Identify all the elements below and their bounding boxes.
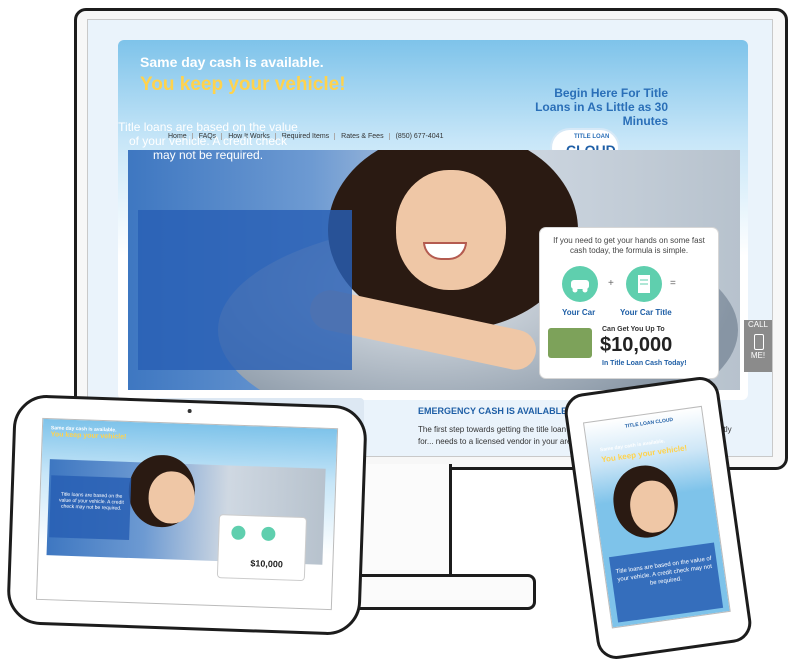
formula-equals: = [670, 278, 676, 289]
tablet-tagline-line2: You keep your vehicle! [50, 431, 127, 441]
tablet-screen: Same day cash is available. You keep you… [35, 417, 339, 611]
call-label-top: CALL [747, 320, 768, 329]
cash-stack-icon [548, 328, 592, 358]
phone-woman-face [626, 477, 678, 536]
title-document-icon [626, 266, 662, 302]
monitor-stand-neck [358, 464, 452, 576]
phone-icon [754, 334, 764, 350]
formula-subtext: In Title Loan Cash Today! [602, 360, 687, 367]
tablet-hero-text: Title loans are based on the value of yo… [58, 491, 124, 512]
formula-intro: If you need to get your hands on some fa… [553, 236, 705, 255]
formula-item-title: Your Car Title [620, 308, 672, 317]
formula-amount: $10,000 [600, 334, 673, 356]
tablet-camera [187, 408, 192, 414]
car-icon [562, 266, 598, 302]
begin-here-text: Begin Here For Title Loans in As Little … [535, 86, 668, 128]
tagline-line1: Same day cash is available. [140, 54, 324, 70]
nav-item-rates-fees[interactable]: Rates & Fees [341, 133, 390, 140]
phone-screen: TITLE LOAN CLOUD Same day cash is availa… [582, 405, 731, 629]
phone-logo[interactable]: TITLE LOAN CLOUD [625, 417, 674, 430]
tablet-formula-box [217, 515, 306, 581]
formula-box: If you need to get your hands on some fa… [540, 228, 718, 378]
logo-top-text: TITLE LOAN [574, 134, 610, 140]
hero-text: Title loans are based on the value of yo… [118, 120, 298, 162]
formula-upto: Can Get You Up To [602, 326, 665, 333]
call-label-bottom: ME! [750, 351, 766, 360]
formula-plus: + [608, 278, 614, 289]
tablet-woman-face [147, 470, 196, 525]
tagline-line2: You keep your vehicle! [140, 74, 346, 95]
formula-item-car: Your Car [562, 308, 596, 317]
tablet-formula-amount: $10,000 [250, 558, 284, 570]
woman-face [396, 170, 506, 290]
nav-item-phone[interactable]: (850) 677-4041 [396, 133, 449, 140]
tablet-device: Same day cash is available. You keep you… [6, 393, 368, 637]
hero-text-panel [138, 210, 352, 370]
